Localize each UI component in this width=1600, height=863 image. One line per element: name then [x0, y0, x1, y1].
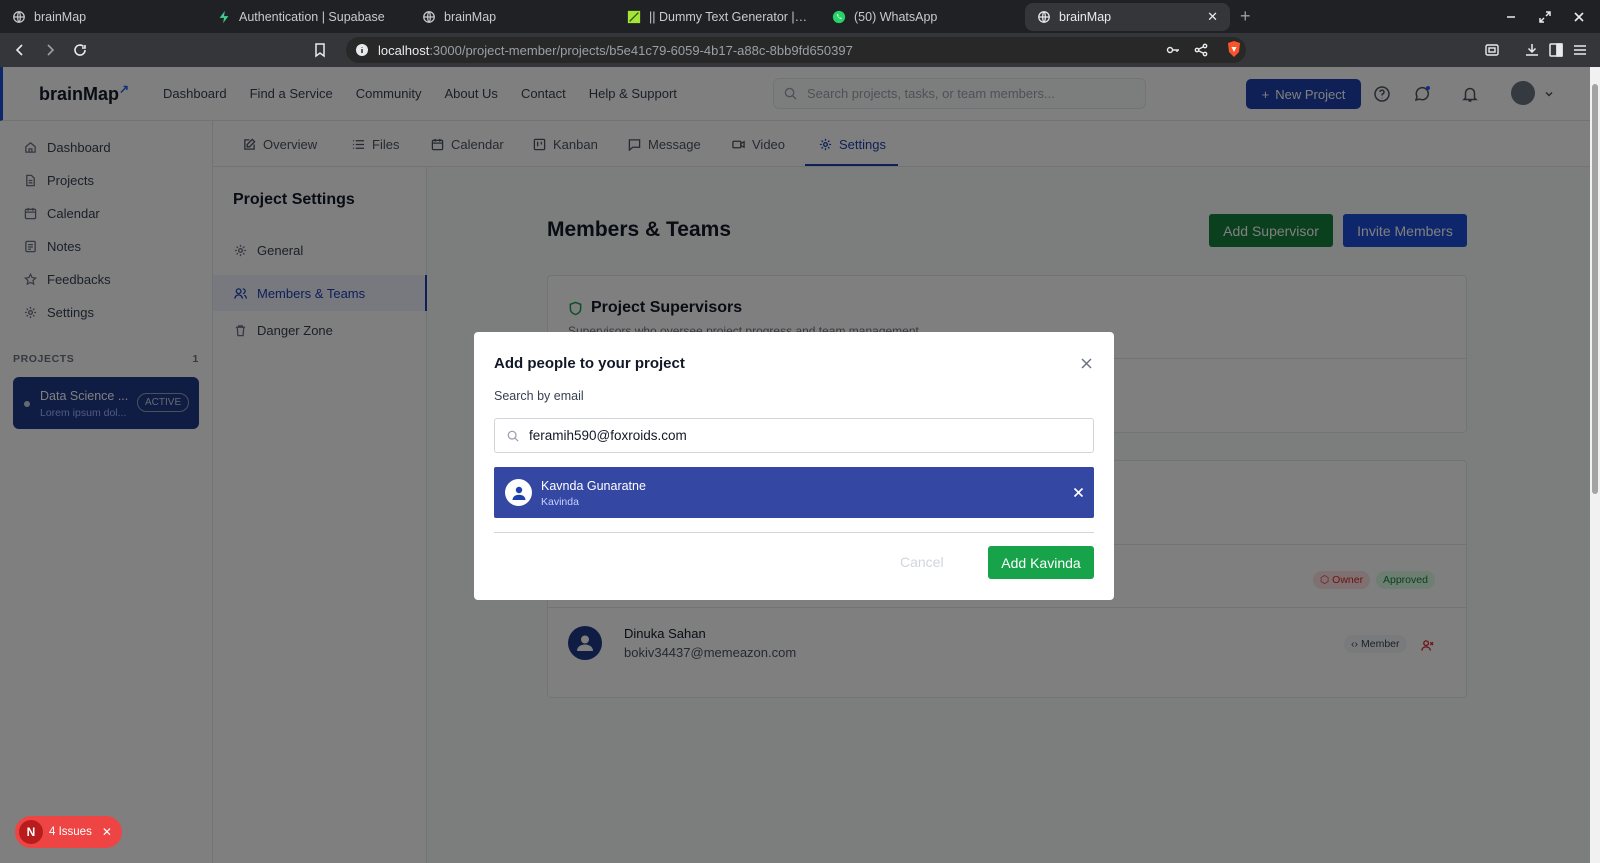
site-info-icon[interactable]	[356, 44, 368, 56]
search-label: Search by email	[494, 389, 584, 403]
modal-title: Add people to your project	[494, 355, 685, 372]
lorem-site-icon	[627, 10, 641, 24]
selected-user-username: Kavinda	[541, 496, 579, 508]
close-window-icon[interactable]	[1572, 10, 1586, 24]
browser-tab-label: brainMap	[1059, 10, 1112, 24]
selected-user-name: Kavnda Gunaratne	[541, 479, 646, 493]
globe-icon	[12, 10, 26, 24]
share-icon[interactable]	[1194, 43, 1208, 57]
user-avatar-icon	[505, 479, 532, 506]
browser-tab-label: brainMap	[34, 10, 87, 24]
cancel-button[interactable]: Cancel	[900, 554, 944, 570]
modal-divider	[494, 532, 1094, 533]
url-host: localhost	[378, 42, 430, 58]
globe-icon	[1037, 10, 1051, 24]
address-bar: localhost:3000/project-member/projects/b…	[0, 33, 1600, 67]
browser-tab-bar: brainMap Authentication | Supabase brain…	[0, 0, 1600, 33]
bookmark-icon[interactable]	[312, 42, 328, 58]
restore-icon[interactable]	[1538, 10, 1552, 24]
sidebar-toggle-icon[interactable]	[1484, 42, 1500, 58]
supabase-icon	[217, 10, 231, 24]
dev-issues-badge[interactable]: N 4 Issues ✕	[15, 816, 122, 848]
reload-icon[interactable]	[72, 42, 88, 58]
issues-count: 4 Issues	[49, 826, 92, 838]
globe-icon	[422, 10, 436, 24]
back-icon[interactable]	[12, 42, 28, 58]
close-icon[interactable]	[1080, 357, 1093, 370]
minimize-icon[interactable]	[1504, 10, 1518, 24]
browser-tab-active[interactable]: brainMap ✕	[1025, 3, 1230, 31]
email-search-field	[494, 418, 1094, 453]
whatsapp-icon	[832, 10, 846, 24]
browser-tab-label: brainMap	[444, 10, 497, 24]
add-people-modal: Add people to your project Search by ema…	[474, 332, 1114, 600]
new-tab-icon[interactable]: +	[1240, 6, 1251, 27]
browser-tab-label: || Dummy Text Generator | Lorem	[649, 10, 808, 24]
search-icon	[507, 430, 519, 442]
forward-icon[interactable]	[42, 42, 58, 58]
scrollbar-thumb[interactable]	[1592, 84, 1598, 494]
next-logo-icon: N	[19, 820, 43, 844]
email-search-input[interactable]	[529, 428, 1069, 443]
browser-tab[interactable]: || Dummy Text Generator | Lorem	[615, 3, 820, 31]
browser-tab[interactable]: brainMap	[410, 3, 615, 31]
browser-tab[interactable]: Authentication | Supabase	[205, 3, 410, 31]
menu-icon[interactable]	[1572, 42, 1588, 58]
browser-tab-label: Authentication | Supabase	[239, 10, 385, 24]
browser-tab[interactable]: (50) WhatsApp	[820, 3, 1025, 31]
password-key-icon[interactable]	[1166, 43, 1180, 57]
browser-tab[interactable]: brainMap	[0, 3, 205, 31]
remove-selection-icon[interactable]	[1073, 487, 1084, 498]
url-field[interactable]: localhost:3000/project-member/projects/b…	[346, 37, 1246, 63]
selected-user-chip[interactable]: Kavnda Gunaratne Kavinda	[494, 467, 1094, 518]
browser-tab-label: (50) WhatsApp	[854, 10, 938, 24]
close-icon[interactable]: ✕	[102, 825, 112, 839]
split-view-icon[interactable]	[1548, 42, 1564, 58]
brave-shield-icon[interactable]	[1226, 40, 1242, 58]
close-tab-icon[interactable]: ✕	[1207, 9, 1218, 25]
download-icon[interactable]	[1524, 42, 1540, 58]
window-controls	[1504, 0, 1600, 33]
url-path: :3000/project-member/projects/b5e41c79-6…	[429, 42, 853, 58]
add-user-button[interactable]: Add Kavinda	[988, 546, 1094, 579]
